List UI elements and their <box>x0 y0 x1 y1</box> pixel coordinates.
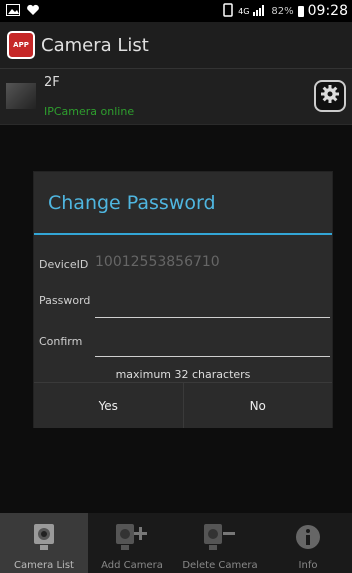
password-underline <box>95 317 330 318</box>
phone-icon <box>222 2 234 20</box>
gallery-icon <box>6 3 20 19</box>
network-type: 4G <box>238 6 250 16</box>
battery-percent: 82% <box>271 5 294 17</box>
bottom-tab-bar: Camera List Add Camera Delete Camera Inf… <box>0 513 352 573</box>
delete-camera-icon <box>203 521 237 553</box>
battery-icon <box>297 5 304 17</box>
password-hint: maximum 32 characters <box>115 368 251 381</box>
password-field[interactable] <box>95 288 330 316</box>
app-logo: APP <box>7 31 35 59</box>
dialog-buttons: Yes No <box>34 382 332 428</box>
gear-icon <box>320 84 340 108</box>
confirm-field[interactable] <box>95 329 330 357</box>
camera-thumbnail <box>6 83 36 109</box>
device-id-value: 10012553856710 <box>95 254 220 270</box>
camera-list-item[interactable]: 2F IPCamera online <box>0 69 352 125</box>
add-camera-icon <box>115 521 149 553</box>
confirm-underline <box>95 356 330 357</box>
device-id-label: DeviceID <box>39 258 89 271</box>
camera-settings-button[interactable] <box>314 80 346 112</box>
confirm-label: Confirm <box>39 335 83 348</box>
signal-icon <box>253 4 267 19</box>
password-label: Password <box>39 294 91 307</box>
app-bar: APP Camera List <box>0 22 352 69</box>
status-bar: 4G 82% 09:28 <box>0 0 352 22</box>
tab-info[interactable]: Info <box>264 513 352 573</box>
tab-label: Delete Camera <box>182 560 258 571</box>
tab-label: Add Camera <box>101 560 163 571</box>
tab-label: Info <box>298 560 318 571</box>
tab-camera-list[interactable]: Camera List <box>0 513 88 573</box>
heart-icon <box>26 4 40 19</box>
change-password-dialog: Change Password DeviceID 10012553856710 … <box>34 172 332 428</box>
page-title: Camera List <box>41 34 149 56</box>
camera-icon <box>27 521 61 553</box>
dialog-title: Change Password <box>48 192 216 214</box>
tab-add-camera[interactable]: Add Camera <box>88 513 176 573</box>
camera-status: IPCamera online <box>44 105 135 118</box>
tab-label: Camera List <box>14 560 74 571</box>
dialog-divider <box>34 233 332 235</box>
no-button[interactable]: No <box>182 383 332 428</box>
yes-button[interactable]: Yes <box>34 383 183 428</box>
camera-name: 2F <box>44 75 60 90</box>
clock: 09:28 <box>307 3 348 19</box>
tab-delete-camera[interactable]: Delete Camera <box>176 513 264 573</box>
info-icon <box>291 521 325 553</box>
